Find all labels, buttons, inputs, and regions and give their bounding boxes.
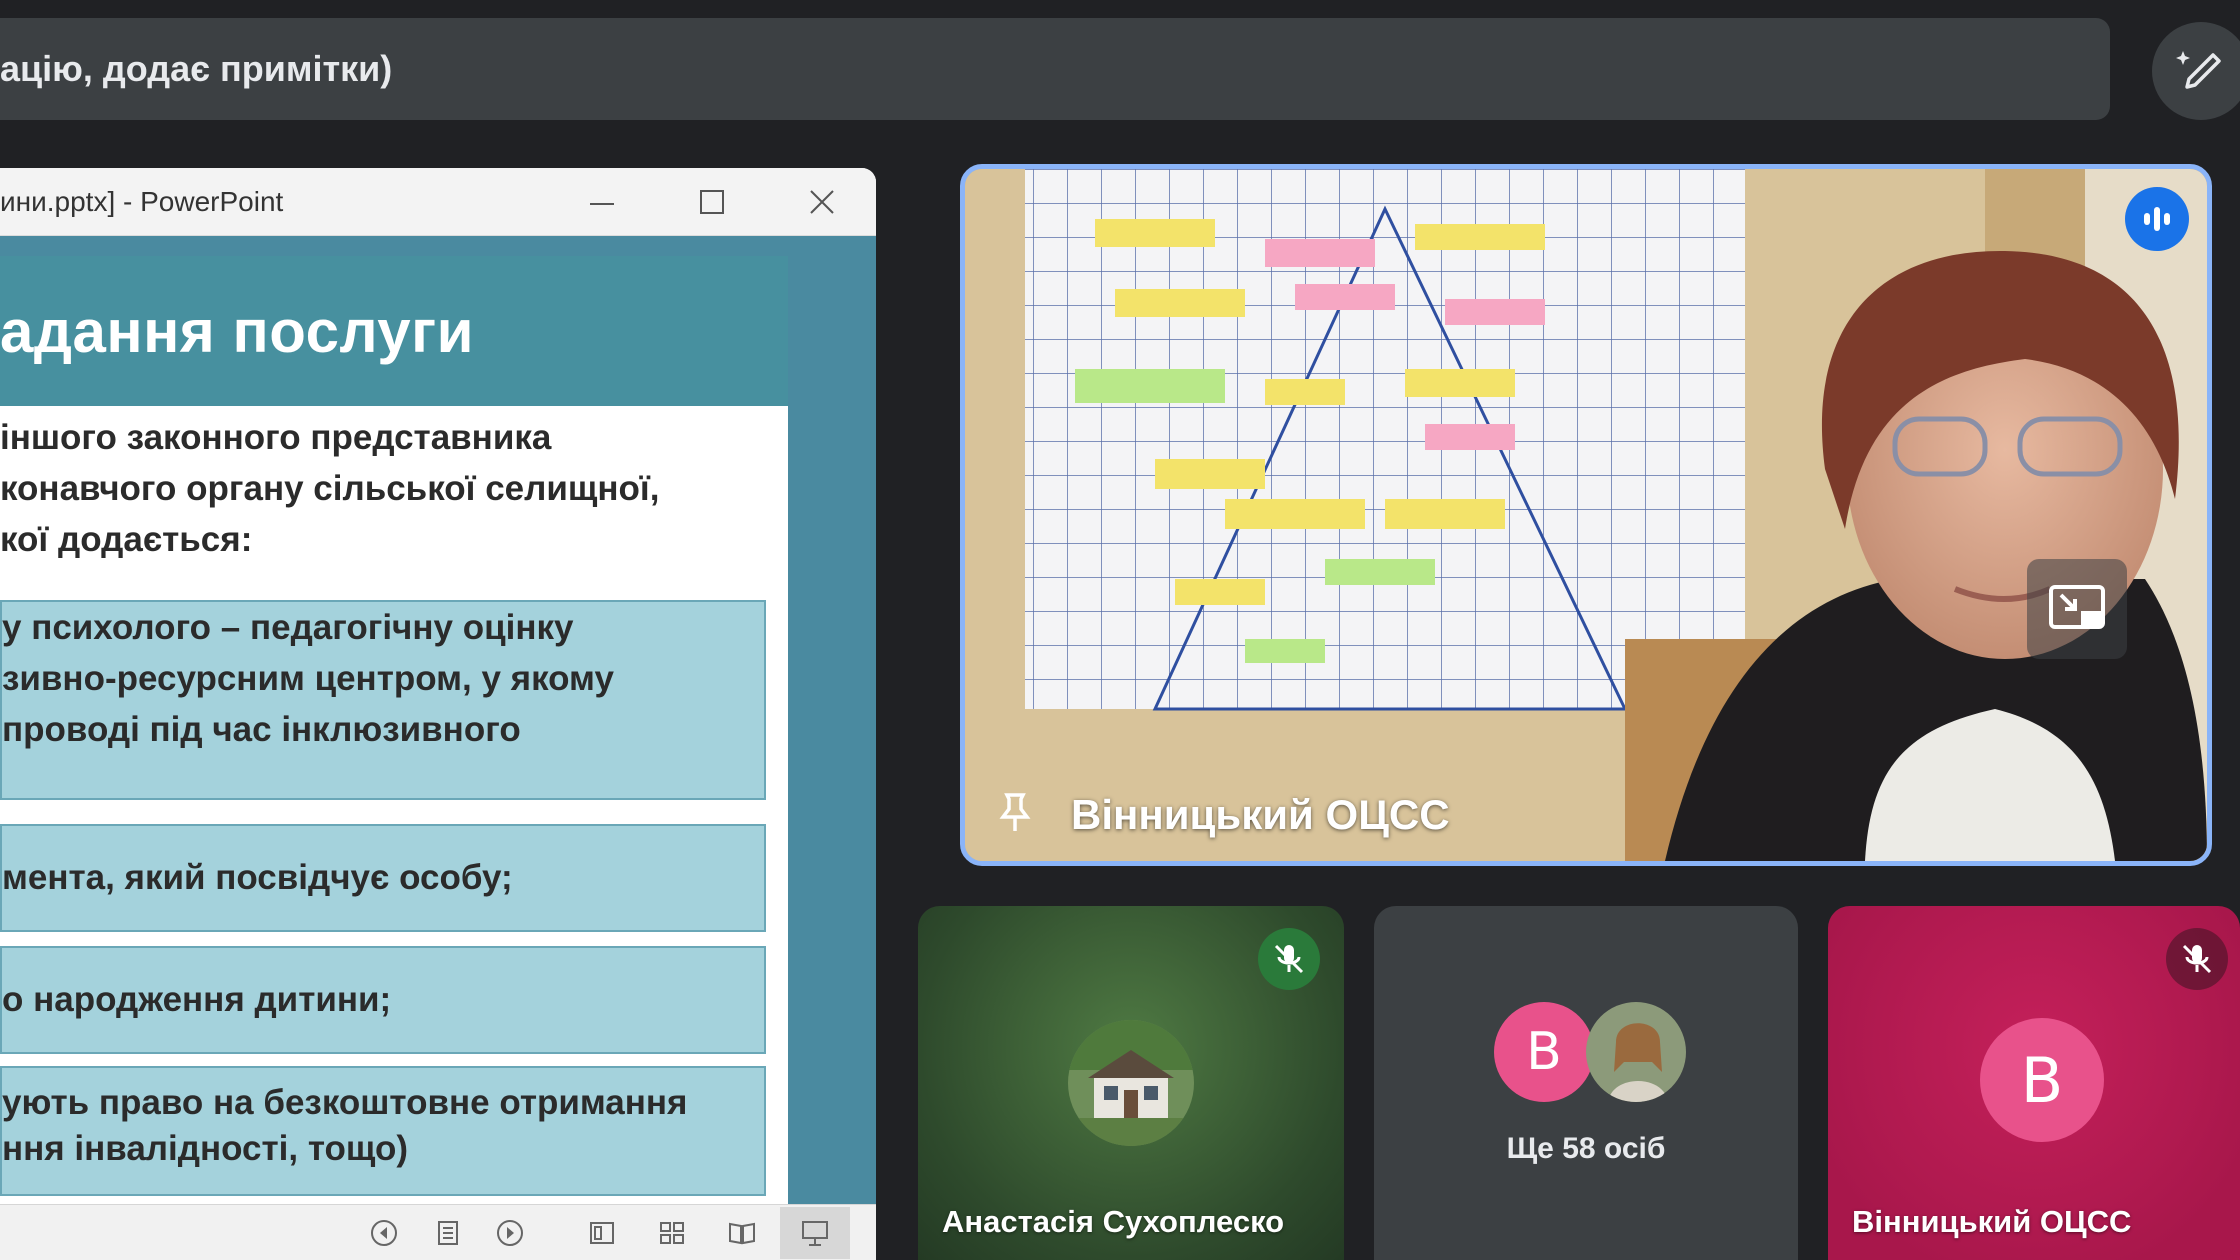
powerpoint-window: ини.pptx] - PowerPoint адання послуги ін…	[0, 168, 876, 1260]
more-participants-label: Ще 58 осіб	[1506, 1132, 1666, 1165]
prev-icon[interactable]	[368, 1217, 400, 1249]
caption-bar: ацію, додає примітки)	[0, 18, 2110, 120]
slide-title: адання послуги	[0, 297, 475, 365]
slide-box-line: зивно-ресурсним центром, у якому	[2, 659, 614, 698]
meet-stage: ацію, додає примітки) ини.pptx] - PowerP…	[0, 0, 2240, 1260]
slide-header: адання послуги	[0, 256, 788, 406]
slide-box-line: о народження дитини;	[2, 980, 392, 1019]
avatar: В	[1494, 1002, 1594, 1102]
avatar	[1068, 1020, 1194, 1146]
participant-tile[interactable]: В Вінницький ОЦСС	[1828, 906, 2240, 1260]
slide-box: у психолого – педагогічну оцінку зивно-р…	[0, 600, 766, 800]
minimize-icon[interactable]	[582, 182, 622, 222]
pin-icon[interactable]	[995, 791, 1035, 835]
normal-view-icon[interactable]	[586, 1217, 618, 1249]
picture-in-picture-icon	[2049, 585, 2105, 629]
speaking-indicator	[2125, 187, 2189, 251]
window-title: ини.pptx] - PowerPoint	[0, 185, 284, 217]
speaker-video	[965, 169, 2207, 861]
avatar-photo	[1068, 1020, 1194, 1146]
audio-level-icon	[2144, 207, 2170, 231]
slide-intro-line: кої додається:	[0, 520, 253, 559]
mic-off-badge	[2166, 928, 2228, 990]
reading-view-icon[interactable]	[726, 1217, 758, 1249]
mic-off-badge	[1258, 928, 1320, 990]
caption-text: ацію, додає примітки)	[0, 48, 393, 89]
next-icon[interactable]	[494, 1217, 526, 1249]
slide-box-line: ують право на безкоштовне отримання	[2, 1083, 688, 1122]
edit-caption-button[interactable]	[2152, 22, 2240, 120]
avatar-photo	[1586, 1002, 1686, 1102]
slide-box: мента, який посвідчує особу;	[0, 824, 766, 932]
slide-intro-line: іншого законного представника	[0, 418, 552, 457]
slide-box-line: у психолого – педагогічну оцінку	[2, 608, 574, 647]
powerpoint-titlebar: ини.pptx] - PowerPoint	[0, 168, 876, 236]
participant-tile[interactable]: Анастасія Сухоплеско	[918, 906, 1344, 1260]
speaker-name: Вінницький ОЦСС	[1071, 791, 1450, 838]
mic-off-icon	[2182, 944, 2212, 974]
main-speaker-tile[interactable]: Вінницький ОЦСС	[960, 164, 2212, 866]
slide: адання послуги іншого законного представ…	[0, 256, 788, 1204]
slide-box-line: проводі під час інклюзивного	[2, 710, 521, 749]
slide-sorter-icon[interactable]	[656, 1217, 688, 1249]
slide-box-line: ння інвалідності, тощо)	[2, 1129, 408, 1168]
pen-sparkle-icon	[2176, 51, 2221, 89]
slide-intro: іншого законного представника конавчого …	[0, 406, 788, 565]
participant-name: Анастасія Сухоплеско	[942, 1204, 1285, 1239]
slide-box: ують право на безкоштовне отримання ння …	[0, 1066, 766, 1196]
notes-icon[interactable]	[432, 1217, 464, 1249]
powerpoint-statusbar	[0, 1204, 876, 1260]
pip-button[interactable]	[2027, 559, 2127, 659]
slideshow-icon	[802, 1221, 828, 1246]
mic-off-icon	[1274, 944, 1304, 974]
avatar	[1586, 1002, 1686, 1102]
close-icon[interactable]	[802, 182, 842, 222]
slide-intro-line: конавчого органу сільської селищної,	[0, 469, 660, 508]
avatar: В	[1980, 1018, 2104, 1142]
slide-area: адання послуги іншого законного представ…	[0, 236, 876, 1204]
slideshow-button[interactable]	[780, 1207, 850, 1259]
participant-name: Вінницький ОЦСС	[1852, 1204, 2132, 1239]
maximize-icon[interactable]	[692, 182, 732, 222]
more-participants-tile[interactable]: В Ще 58 осіб	[1374, 906, 1798, 1260]
slide-box-line: мента, який посвідчує особу;	[2, 858, 513, 897]
slide-box: о народження дитини;	[0, 946, 766, 1054]
